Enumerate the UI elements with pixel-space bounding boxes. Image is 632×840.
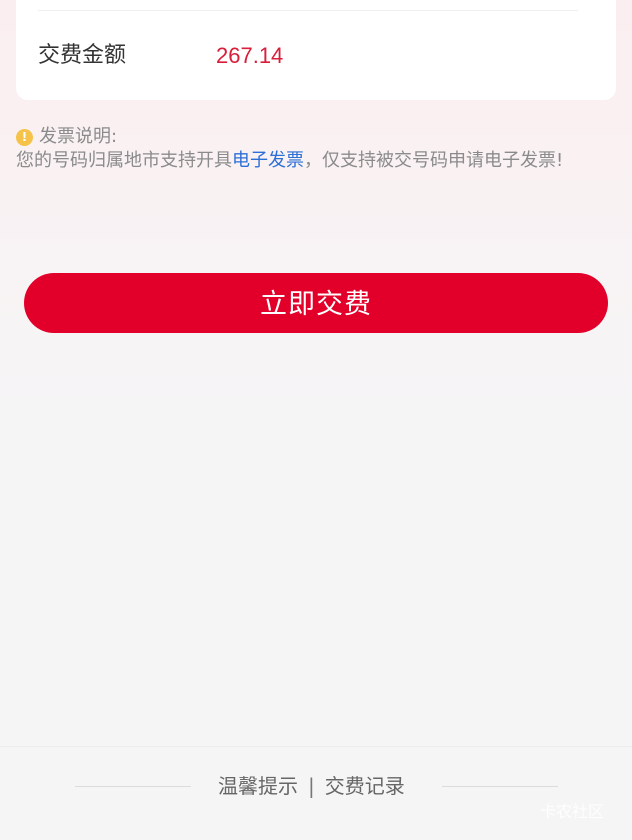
exclamation-circle-icon: ! [16,128,33,146]
footer-separator: | [308,774,315,798]
warm-tips-link[interactable]: 温馨提示 [218,774,298,798]
pay-now-button[interactable]: 立即交费 [24,273,608,333]
invoice-notice: ! 发票说明: 您的号码归属地市支持开具电子发票，仅支持被交号码申请电子发票! [16,125,606,173]
amount-card: 交费金额 267.14 [16,0,616,100]
footer-links: 温馨提示 | 交费记录 [218,773,405,799]
notice-text: 您的号码归属地市支持开具电子发票，仅支持被交号码申请电子发票! [16,149,606,173]
notice-text-before: 您的号码归属地市支持开具 [16,150,232,171]
payment-records-link[interactable]: 交费记录 [325,774,405,798]
footer: 温馨提示 | 交费记录 [0,746,632,840]
e-invoice-link[interactable]: 电子发票 [232,150,304,171]
notice-title: 发票说明: [39,126,118,147]
footer-divider-right [442,786,558,787]
amount-label: 交费金额 [38,43,127,68]
notice-text-after: ，仅支持被交号码申请电子发票! [304,150,564,171]
watermark: 卡农社区 [540,802,605,821]
footer-divider-left [75,786,191,787]
amount-value: 267.14 [216,43,284,68]
notice-title-row: ! 发票说明: [16,125,606,149]
divider [38,10,578,11]
